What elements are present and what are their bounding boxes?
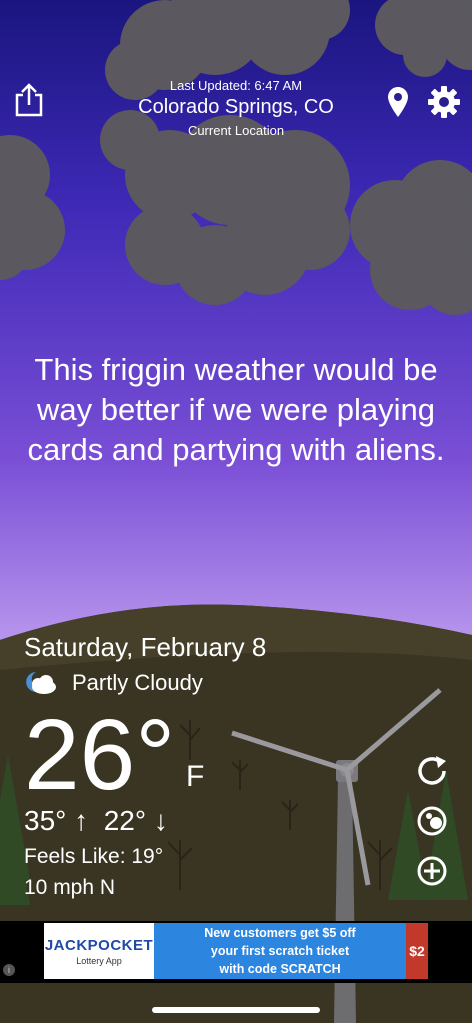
wind-info: 10 mph N bbox=[24, 876, 116, 899]
ad-brand-sub: Lottery App bbox=[76, 955, 122, 966]
ad-badge: $2 bbox=[406, 923, 428, 979]
add-location-button[interactable] bbox=[414, 853, 450, 889]
city-name[interactable]: Colorado Springs, CO bbox=[86, 96, 386, 119]
temperature-unit[interactable]: F bbox=[186, 760, 204, 794]
feels-like: Feels Like: 19° bbox=[24, 845, 164, 868]
gear-icon bbox=[428, 86, 460, 118]
cloud-top-right bbox=[375, 0, 472, 77]
plus-circle-icon bbox=[417, 856, 447, 886]
ad-line: with code SCRATCH bbox=[219, 962, 341, 976]
radar-icon bbox=[417, 806, 447, 836]
high-temp: 35° bbox=[24, 805, 67, 836]
refresh-icon bbox=[418, 756, 446, 785]
ad-info-icon[interactable]: i bbox=[3, 964, 15, 976]
arrow-down-icon: ↓ bbox=[153, 805, 168, 836]
current-temperature: 26° bbox=[24, 699, 176, 811]
last-updated: Last Updated: 6:47 AM bbox=[169, 78, 303, 93]
settings-button[interactable] bbox=[426, 84, 462, 120]
home-indicator[interactable] bbox=[152, 1007, 320, 1013]
date-label: Saturday, February 8 bbox=[24, 632, 267, 662]
high-low-row: 35° ↑ 22° ↓ bbox=[24, 805, 168, 837]
partly-cloudy-night-icon bbox=[26, 672, 56, 694]
refresh-button[interactable] bbox=[414, 753, 450, 789]
ad-message: New customers get $5 off your first scra… bbox=[154, 923, 406, 979]
cloud-top-center bbox=[100, 0, 350, 305]
ad-brand: JACKPOCKET bbox=[44, 936, 154, 954]
ad-logo: JACKPOCKET Lottery App bbox=[44, 923, 154, 979]
cloud-right bbox=[350, 160, 472, 315]
arrow-up-icon: ↑ bbox=[74, 805, 89, 836]
share-icon bbox=[15, 83, 43, 117]
ad-line: your first scratch ticket bbox=[210, 944, 350, 958]
condition-label: Partly Cloudy bbox=[72, 670, 203, 695]
condition-row: Partly Cloudy bbox=[24, 670, 203, 696]
low-temp: 22° bbox=[103, 805, 147, 836]
weather-scene bbox=[0, 0, 472, 1023]
share-button[interactable] bbox=[14, 82, 44, 118]
ad-banner[interactable]: JACKPOCKET Lottery App New customers get… bbox=[44, 923, 428, 979]
weather-quote: This friggin weather would be way better… bbox=[27, 352, 445, 467]
location-button[interactable] bbox=[385, 85, 411, 119]
radar-button[interactable] bbox=[414, 803, 450, 839]
ad-line: New customers get $5 off bbox=[204, 926, 356, 940]
current-location-label: Current Location bbox=[187, 123, 285, 138]
storm-clouds bbox=[0, 0, 472, 315]
location-pin-icon bbox=[388, 87, 408, 117]
cloud-left bbox=[0, 135, 65, 280]
